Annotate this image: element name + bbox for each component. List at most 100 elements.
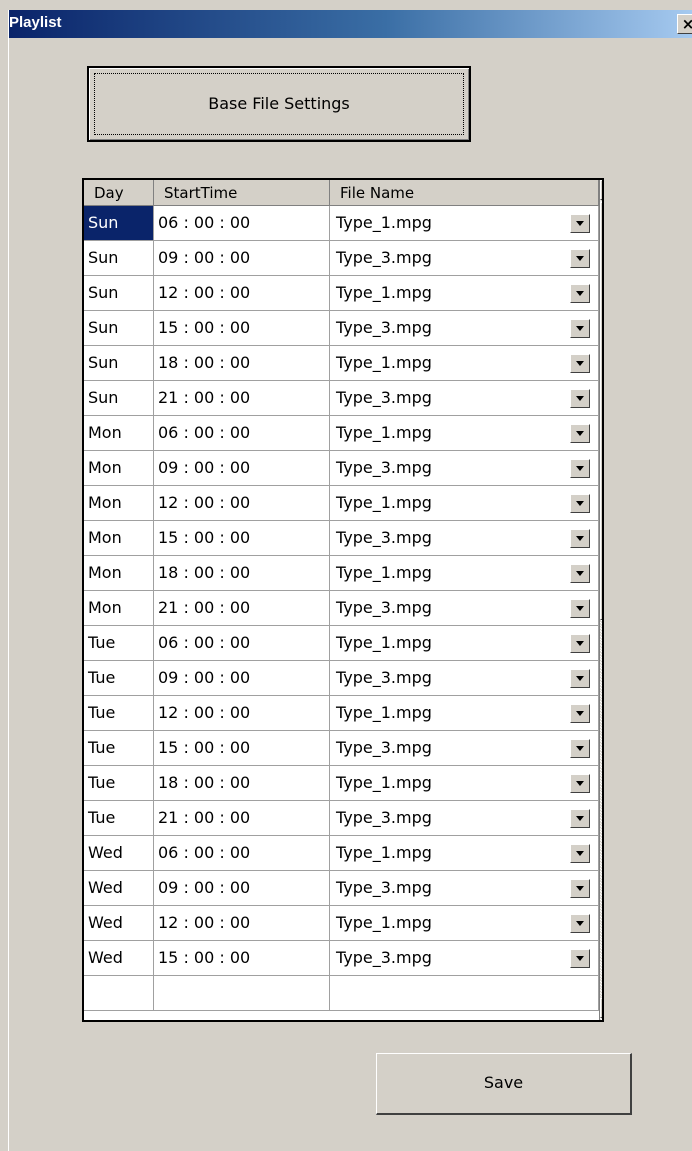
- chevron-down-icon[interactable]: [570, 564, 590, 583]
- cell-start-time[interactable]: 12 : 00 : 00: [154, 276, 330, 310]
- cell-file-name[interactable]: Type_3.mpg: [330, 381, 599, 415]
- cell-file-name[interactable]: Type_1.mpg: [330, 486, 599, 520]
- chevron-down-icon[interactable]: [570, 669, 590, 688]
- cell-day[interactable]: Sun: [84, 206, 154, 240]
- save-button[interactable]: Save: [376, 1053, 632, 1115]
- arrow-up-icon[interactable]: [600, 180, 602, 200]
- cell-start-time[interactable]: 15 : 00 : 00: [154, 311, 330, 345]
- cell-start-time[interactable]: 12 : 00 : 00: [154, 486, 330, 520]
- cell-file-name[interactable]: Type_1.mpg: [330, 626, 599, 660]
- cell-day[interactable]: [84, 976, 154, 1010]
- chevron-down-icon[interactable]: [570, 459, 590, 478]
- cell-start-time[interactable]: 06 : 00 : 00: [154, 416, 330, 450]
- chevron-down-icon[interactable]: [570, 284, 590, 303]
- cell-start-time[interactable]: 06 : 00 : 00: [154, 836, 330, 870]
- cell-file-name[interactable]: Type_1.mpg: [330, 696, 599, 730]
- table-row[interactable]: [84, 976, 599, 1011]
- cell-file-name[interactable]: Type_3.mpg: [330, 241, 599, 275]
- table-row[interactable]: Mon 12 : 00 : 00 Type_1.mpg: [84, 486, 599, 521]
- chevron-down-icon[interactable]: [570, 494, 590, 513]
- cell-start-time[interactable]: 06 : 00 : 00: [154, 626, 330, 660]
- cell-day[interactable]: Wed: [84, 871, 154, 905]
- table-row[interactable]: Tue 12 : 00 : 00 Type_1.mpg: [84, 696, 599, 731]
- cell-day[interactable]: Tue: [84, 766, 154, 800]
- cell-day[interactable]: Sun: [84, 241, 154, 275]
- cell-file-name[interactable]: Type_3.mpg: [330, 661, 599, 695]
- table-row[interactable]: Tue 21 : 00 : 00 Type_3.mpg: [84, 801, 599, 836]
- cell-file-name[interactable]: Type_1.mpg: [330, 766, 599, 800]
- cell-start-time[interactable]: 21 : 00 : 00: [154, 381, 330, 415]
- cell-day[interactable]: Mon: [84, 521, 154, 555]
- table-row[interactable]: Wed 12 : 00 : 00 Type_1.mpg: [84, 906, 599, 941]
- table-row[interactable]: Wed 15 : 00 : 00 Type_3.mpg: [84, 941, 599, 976]
- chevron-down-icon[interactable]: [570, 599, 590, 618]
- table-row[interactable]: Mon 15 : 00 : 00 Type_3.mpg: [84, 521, 599, 556]
- cell-day[interactable]: Mon: [84, 486, 154, 520]
- cell-day[interactable]: Wed: [84, 906, 154, 940]
- title-bar[interactable]: Playlist ×: [9, 10, 692, 38]
- chevron-down-icon[interactable]: [570, 319, 590, 338]
- chevron-down-icon[interactable]: [570, 914, 590, 933]
- cell-day[interactable]: Sun: [84, 346, 154, 380]
- cell-day[interactable]: Tue: [84, 626, 154, 660]
- table-row[interactable]: Wed 06 : 00 : 00 Type_1.mpg: [84, 836, 599, 871]
- cell-day[interactable]: Sun: [84, 381, 154, 415]
- base-file-settings-button[interactable]: Base File Settings: [87, 66, 471, 142]
- table-row[interactable]: Tue 15 : 00 : 00 Type_3.mpg: [84, 731, 599, 766]
- table-row[interactable]: Sun 18 : 00 : 00 Type_1.mpg: [84, 346, 599, 381]
- cell-file-name[interactable]: Type_3.mpg: [330, 941, 599, 975]
- cell-day[interactable]: Tue: [84, 696, 154, 730]
- cell-start-time[interactable]: 15 : 00 : 00: [154, 731, 330, 765]
- column-header-file-name[interactable]: File Name: [330, 180, 599, 206]
- cell-start-time[interactable]: [154, 976, 330, 1010]
- chevron-down-icon[interactable]: [570, 844, 590, 863]
- close-button[interactable]: ×: [677, 14, 692, 34]
- cell-day[interactable]: Tue: [84, 731, 154, 765]
- table-row[interactable]: Mon 21 : 00 : 00 Type_3.mpg: [84, 591, 599, 626]
- cell-day[interactable]: Tue: [84, 801, 154, 835]
- cell-day[interactable]: Mon: [84, 591, 154, 625]
- cell-start-time[interactable]: 15 : 00 : 00: [154, 521, 330, 555]
- chevron-down-icon[interactable]: [570, 354, 590, 373]
- table-row[interactable]: Sun 21 : 00 : 00 Type_3.mpg: [84, 381, 599, 416]
- table-row[interactable]: Wed 09 : 00 : 00 Type_3.mpg: [84, 871, 599, 906]
- cell-file-name[interactable]: Type_3.mpg: [330, 451, 599, 485]
- cell-start-time[interactable]: 15 : 00 : 00: [154, 941, 330, 975]
- cell-start-time[interactable]: 21 : 00 : 00: [154, 801, 330, 835]
- cell-start-time[interactable]: 12 : 00 : 00: [154, 696, 330, 730]
- chevron-down-icon[interactable]: [570, 389, 590, 408]
- cell-file-name[interactable]: Type_3.mpg: [330, 521, 599, 555]
- cell-file-name[interactable]: Type_3.mpg: [330, 731, 599, 765]
- cell-start-time[interactable]: 18 : 00 : 00: [154, 766, 330, 800]
- cell-file-name[interactable]: Type_1.mpg: [330, 556, 599, 590]
- vertical-scrollbar[interactable]: [599, 180, 602, 1020]
- cell-start-time[interactable]: 09 : 00 : 00: [154, 451, 330, 485]
- cell-start-time[interactable]: 21 : 00 : 00: [154, 591, 330, 625]
- column-header-start-time[interactable]: StartTime: [154, 180, 330, 206]
- chevron-down-icon[interactable]: [570, 739, 590, 758]
- cell-day[interactable]: Wed: [84, 941, 154, 975]
- table-row[interactable]: Sun 09 : 00 : 00 Type_3.mpg: [84, 241, 599, 276]
- table-row[interactable]: Sun 12 : 00 : 00 Type_1.mpg: [84, 276, 599, 311]
- chevron-down-icon[interactable]: [570, 704, 590, 723]
- chevron-down-icon[interactable]: [570, 214, 590, 233]
- chevron-down-icon[interactable]: [570, 424, 590, 443]
- table-row[interactable]: Mon 09 : 00 : 00 Type_3.mpg: [84, 451, 599, 486]
- chevron-down-icon[interactable]: [570, 249, 590, 268]
- cell-file-name[interactable]: Type_3.mpg: [330, 591, 599, 625]
- table-row[interactable]: Mon 18 : 00 : 00 Type_1.mpg: [84, 556, 599, 591]
- chevron-down-icon[interactable]: [570, 529, 590, 548]
- cell-start-time[interactable]: 18 : 00 : 00: [154, 346, 330, 380]
- arrow-down-icon[interactable]: [600, 998, 602, 1018]
- cell-day[interactable]: Mon: [84, 556, 154, 590]
- cell-start-time[interactable]: 18 : 00 : 00: [154, 556, 330, 590]
- table-row[interactable]: Tue 18 : 00 : 00 Type_1.mpg: [84, 766, 599, 801]
- table-row[interactable]: Sun 15 : 00 : 00 Type_3.mpg: [84, 311, 599, 346]
- cell-day[interactable]: Mon: [84, 451, 154, 485]
- chevron-down-icon[interactable]: [570, 809, 590, 828]
- cell-file-name[interactable]: Type_1.mpg: [330, 836, 599, 870]
- cell-file-name[interactable]: Type_3.mpg: [330, 801, 599, 835]
- cell-day[interactable]: Wed: [84, 836, 154, 870]
- cell-day[interactable]: Sun: [84, 311, 154, 345]
- cell-file-name[interactable]: Type_1.mpg: [330, 206, 599, 240]
